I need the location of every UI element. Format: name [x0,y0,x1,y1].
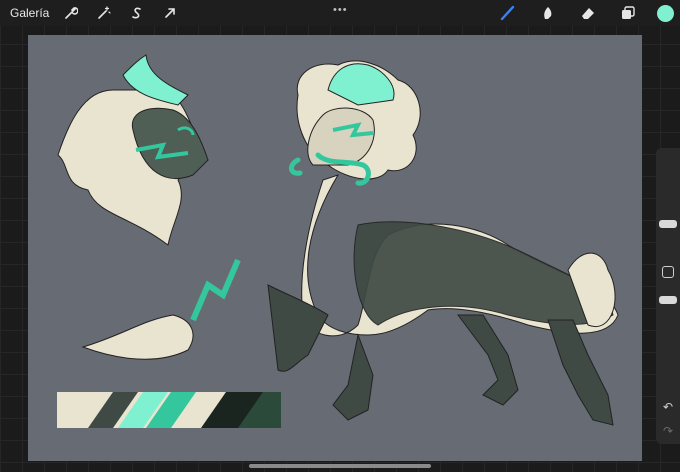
top-toolbar: Galería ••• [0,0,680,26]
brush-sidebar: ↶ ↷ [656,148,680,444]
color-picker-button[interactable] [657,4,674,22]
drawing-canvas[interactable] [28,35,642,461]
undo-icon[interactable]: ↶ [661,400,675,414]
modify-button[interactable] [662,266,674,278]
right-toolbar [497,0,680,26]
eraser-icon[interactable] [577,2,599,24]
selection-s-icon[interactable] [126,2,148,24]
wrench-icon[interactable] [60,2,82,24]
layers-icon[interactable] [617,2,639,24]
opacity-slider[interactable] [659,296,677,304]
gallery-button[interactable]: Galería [10,6,49,20]
brush-size-slider[interactable] [659,220,677,228]
magic-wand-icon[interactable] [93,2,115,24]
home-indicator [249,464,431,468]
dragon-head-sketch [57,54,209,246]
brush-icon[interactable] [497,2,519,24]
dragon-illustration [57,54,619,428]
transform-arrow-icon[interactable] [159,2,181,24]
more-options-icon[interactable]: ••• [333,4,348,16]
redo-icon[interactable]: ↷ [661,424,675,438]
smudge-icon[interactable] [537,2,559,24]
color-palette-strip [57,392,281,428]
